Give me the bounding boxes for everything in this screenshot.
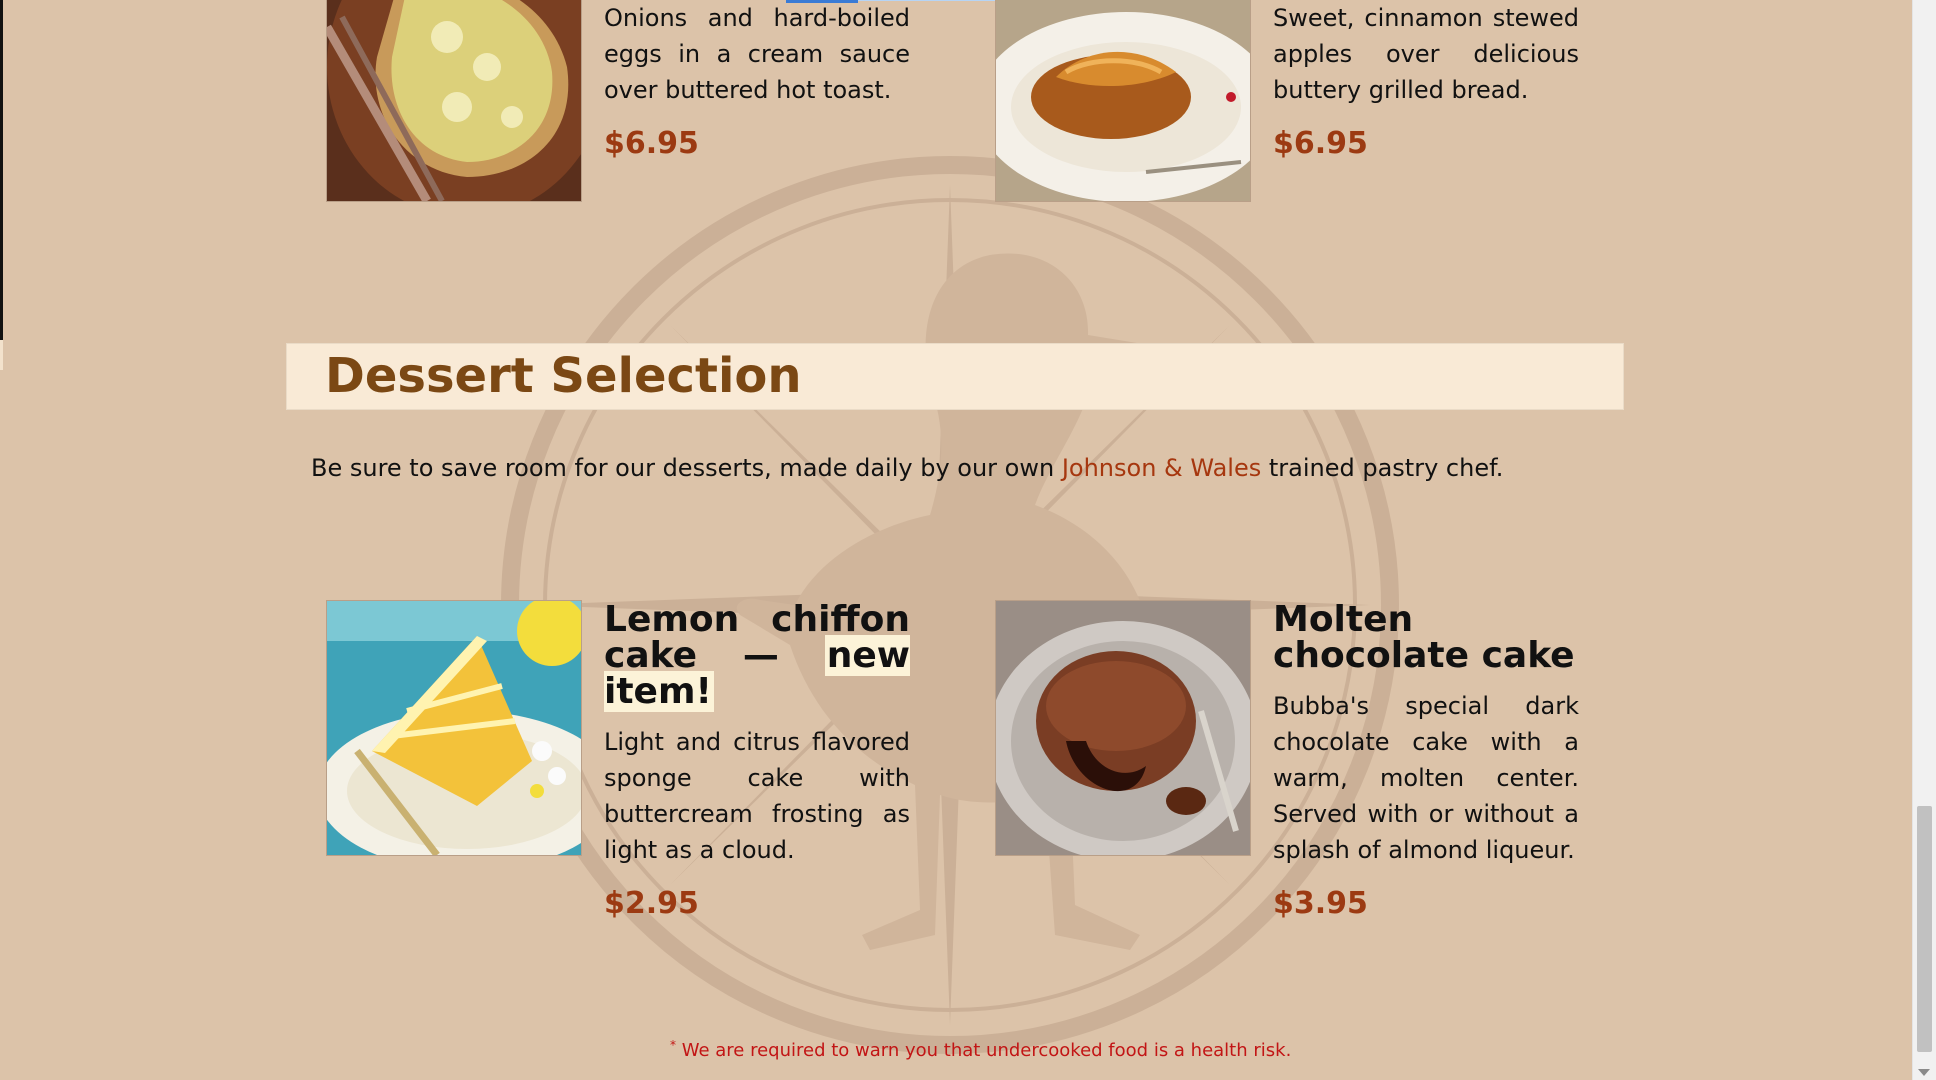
intro-text: Be sure to save room for our desserts, m… <box>311 454 1062 482</box>
item-description: Bubba's special dark chocolate cake with… <box>1273 692 1579 864</box>
section-title: Dessert Selection <box>325 348 802 404</box>
chocolate-cake-image <box>995 600 1251 856</box>
health-warning-footnote: * We are required to warn you that under… <box>670 1038 1291 1061</box>
item-description: Onions and hard-boiled eggs in a cream s… <box>604 4 910 104</box>
lemon-cake-image <box>326 600 582 856</box>
scroll-down-arrow-icon[interactable] <box>1918 1069 1930 1076</box>
scrollbar-thumb[interactable] <box>1917 806 1932 1052</box>
item-description: Sweet, cinnamon stewed apples over delic… <box>1273 4 1579 104</box>
item-description: Light and citrus flavored sponge cake wi… <box>604 728 910 864</box>
footnote-text: We are required to warn you that underco… <box>676 1040 1292 1061</box>
stewed-apples-text: Sweet, cinnamon stewed apples over delic… <box>1273 0 1579 162</box>
chocolate-cake-text: Molten chocolate cake Bubba's special da… <box>1273 602 1579 922</box>
item-price: $6.95 <box>1273 126 1368 161</box>
johnson-wales-link[interactable]: Johnson & Wales <box>1062 454 1261 482</box>
dessert-section-header: Dessert Selection <box>286 343 1624 410</box>
item-title: Lemon chiffon cake — new item! <box>604 602 910 712</box>
item-price: $6.95 <box>604 126 699 161</box>
page: Onions and hard-boiled eggs in a cream s… <box>0 0 1912 1080</box>
item-price: $3.95 <box>1273 886 1368 921</box>
creamed-eggs-text: Onions and hard-boiled eggs in a cream s… <box>604 0 910 162</box>
intro-text-end: trained pastry chef. <box>1261 454 1504 482</box>
left-edge-accent <box>0 340 3 370</box>
vertical-scrollbar[interactable] <box>1912 0 1936 1080</box>
lemon-cake-text: Lemon chiffon cake — new item! Light and… <box>604 602 910 922</box>
item-price: $2.95 <box>604 886 699 921</box>
dessert-intro: Be sure to save room for our desserts, m… <box>311 452 1503 484</box>
item-title: Molten chocolate cake <box>1273 599 1575 676</box>
creamed-eggs-image <box>326 0 582 202</box>
stewed-apples-image <box>995 0 1251 202</box>
left-edge <box>0 0 3 340</box>
